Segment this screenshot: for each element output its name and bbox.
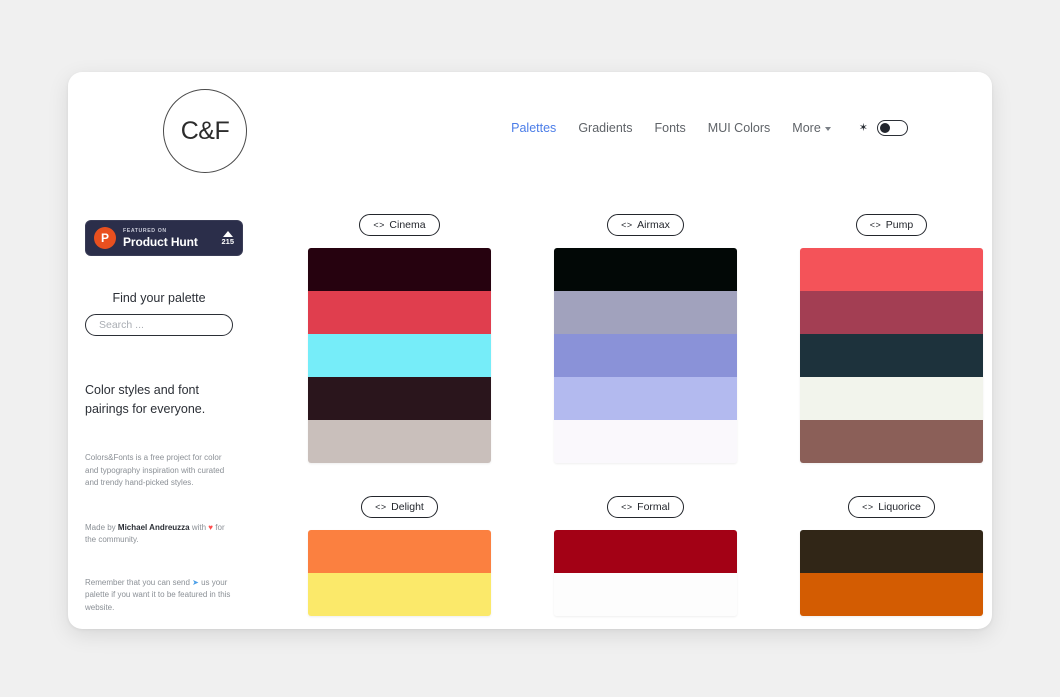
color-swatch[interactable] [800,291,983,334]
color-swatch[interactable] [554,377,737,420]
code-brackets-icon: < > [373,220,384,230]
made-by-middle: with [189,522,209,532]
code-brackets-icon: < > [862,502,873,512]
palette-card: < > Pump [800,214,983,463]
nav-link-mui-colors[interactable]: MUI Colors [708,121,771,135]
made-by-prefix: Made by [85,522,118,532]
palette-card: < > Cinema [308,214,491,463]
palette-name-button[interactable]: < > Delight [361,496,438,518]
palette-name-label: Formal [637,501,670,513]
made-by-credit: Made by Michael Andreuzza with ♥ for the… [85,522,237,547]
main-navigation: Palettes Gradients Fonts MUI Colors More… [511,120,908,136]
palette-name-button[interactable]: < > Liquorice [848,496,935,518]
palette-card: < > Liquorice [800,496,983,616]
color-swatch[interactable] [800,248,983,291]
code-brackets-icon: < > [375,502,386,512]
color-swatch[interactable] [308,334,491,377]
product-hunt-badge[interactable]: P FEATURED ON Product Hunt 215 [85,220,243,256]
color-swatch[interactable] [308,530,491,573]
theme-switcher: ✶ [859,120,908,136]
product-hunt-vote-count: 215 [221,236,234,246]
nav-link-palettes[interactable]: Palettes [511,121,556,135]
palette-name-label: Pump [885,219,914,231]
product-hunt-votes: 215 [221,230,234,246]
product-hunt-featured-label: FEATURED ON [123,227,167,234]
palette-swatches [308,248,491,463]
nav-link-fonts[interactable]: Fonts [655,121,686,135]
palette-name-label: Airmax [637,219,670,231]
palette-card: < > Formal [554,496,737,616]
product-hunt-texts: FEATURED ON Product Hunt [123,228,216,249]
code-brackets-icon: < > [869,220,881,230]
color-swatch[interactable] [554,530,737,573]
color-swatch[interactable] [554,248,737,291]
paper-plane-icon[interactable]: ➤ [192,578,199,587]
palette-swatches [554,248,737,463]
palette-swatches [554,530,737,616]
color-swatch[interactable] [308,573,491,616]
palette-grid: < > Cinema < > Airmax < > Pump < > Delight < > Fo… [298,192,992,616]
product-hunt-name: Product Hunt [123,234,198,249]
color-swatch[interactable] [800,573,983,616]
color-swatch[interactable] [554,420,737,463]
upvote-arrow-icon [222,230,233,237]
nav-link-gradients[interactable]: Gradients [578,121,632,135]
site-description: Colors&Fonts is a free project for color… [85,453,225,487]
palette-swatches [800,530,983,616]
color-swatch[interactable] [308,420,491,463]
palette-name-label: Delight [391,501,424,513]
app-window: C&F Palettes Gradients Fonts MUI Colors … [68,72,992,629]
palette-name-label: Liquorice [878,501,921,513]
color-swatch[interactable] [800,334,983,377]
toggle-knob [880,123,890,133]
code-brackets-icon: < > [621,502,632,512]
color-swatch[interactable] [308,291,491,334]
sidebar: P FEATURED ON Product Hunt 215 Find your… [68,192,298,616]
palette-card: < > Airmax [554,214,737,463]
palette-name-button[interactable]: < > Pump [855,214,928,236]
logo[interactable]: C&F [163,89,247,173]
color-swatch[interactable] [554,573,737,616]
tagline: Color styles and font pairings for every… [85,383,206,416]
color-swatch[interactable] [308,377,491,420]
color-swatch[interactable] [800,377,983,420]
palette-name-button[interactable]: < > Airmax [607,214,684,236]
color-swatch[interactable] [308,248,491,291]
search-input[interactable] [85,314,233,336]
color-swatch[interactable] [554,291,737,334]
dark-mode-toggle[interactable] [877,120,908,136]
color-swatch[interactable] [800,420,983,463]
palette-swatches [800,248,983,463]
palette-name-label: Cinema [389,219,426,231]
palette-card: < > Delight [308,496,491,616]
remember-prefix: Remember that you can send [85,577,193,587]
chevron-down-icon [824,127,831,131]
nav-more-label: More [792,121,821,135]
palette-name-button[interactable]: < > Cinema [359,214,440,236]
page-content: P FEATURED ON Product Hunt 215 Find your… [68,192,992,616]
palette-name-button[interactable]: < > Formal [607,496,684,518]
site-header: C&F Palettes Gradients Fonts MUI Colors … [68,72,992,192]
product-hunt-logo-icon: P [94,227,116,249]
code-brackets-icon: < > [621,220,632,230]
submit-palette-note: Remember that you can send ➤ us your pal… [85,577,240,615]
author-name[interactable]: Michael Andreuzza [118,523,190,532]
find-palette-title: Find your palette [112,291,206,305]
nav-more-dropdown[interactable]: More [792,121,831,135]
palette-swatches [308,530,491,616]
sun-icon: ✶ [858,121,868,134]
color-swatch[interactable] [554,334,737,377]
color-swatch[interactable] [800,530,983,573]
logo-text: C&F [180,116,230,145]
